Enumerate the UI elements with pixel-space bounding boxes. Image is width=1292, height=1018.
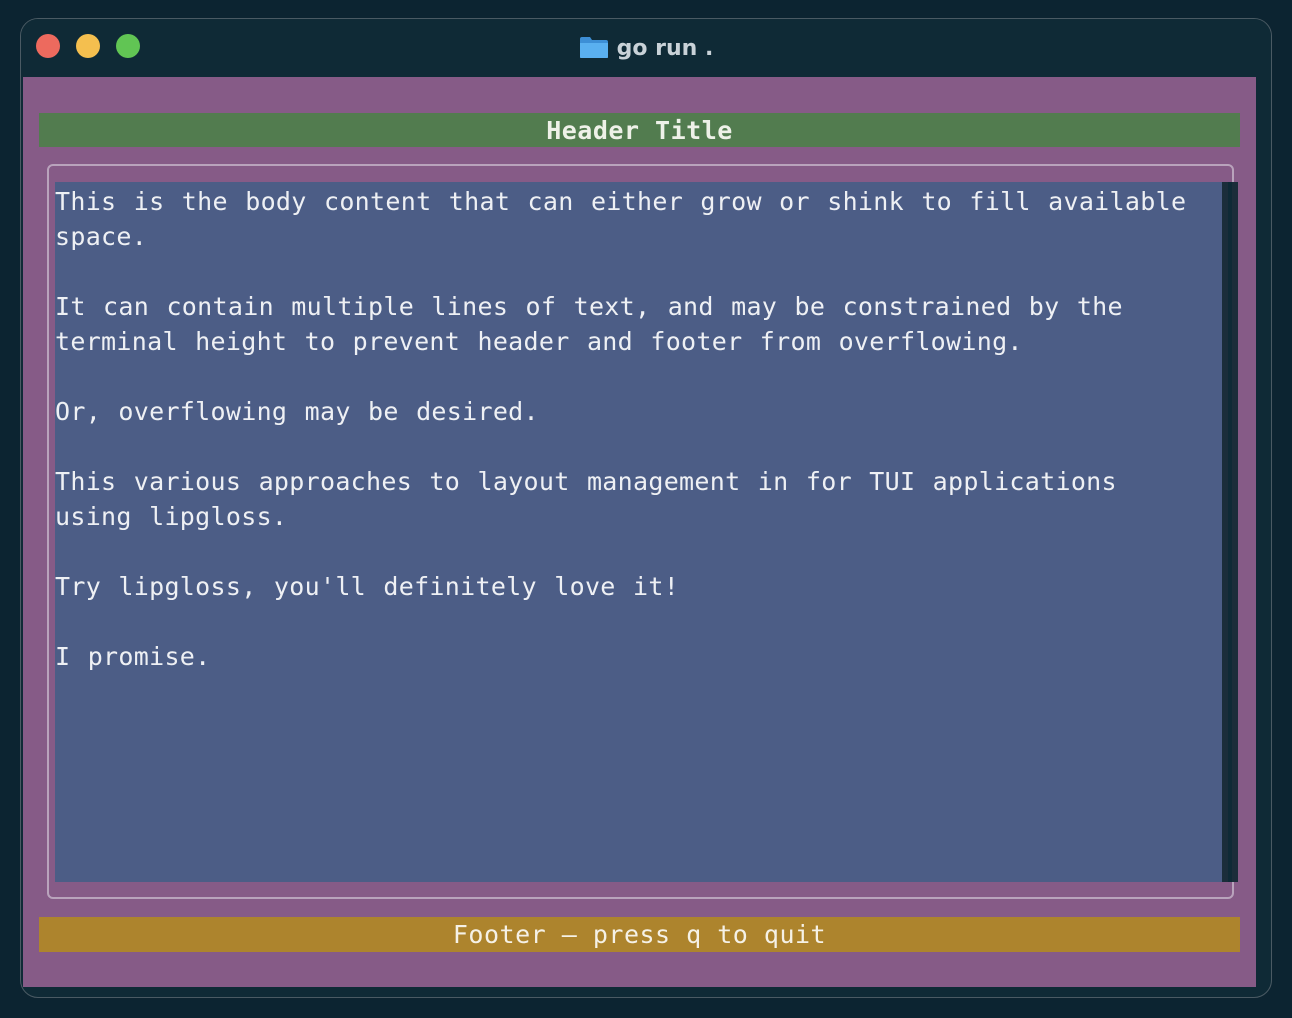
- window-title: go run .: [616, 35, 714, 61]
- folder-icon: [579, 35, 609, 59]
- title-bar[interactable]: go run .: [21, 19, 1271, 77]
- header-bar: Header Title: [39, 113, 1240, 147]
- body-viewport[interactable]: This is the body content that can either…: [55, 182, 1222, 882]
- body-paragraph: I promise.: [55, 642, 211, 671]
- footer-bar: Footer — press q to quit: [39, 917, 1240, 952]
- scrollbar-thumb[interactable]: [1222, 182, 1238, 882]
- body-paragraph: This is the body content that can either…: [55, 187, 1187, 251]
- scrollbar-track-line: [1228, 182, 1232, 882]
- body-paragraph: It can contain multiple lines of text, a…: [55, 292, 1123, 356]
- body-paragraph: This various approaches to layout manage…: [55, 467, 1117, 531]
- scrollbar[interactable]: [1222, 182, 1238, 882]
- terminal-area[interactable]: Header Title This is the body content th…: [23, 77, 1256, 987]
- window-title-group: go run .: [21, 19, 1271, 77]
- body-paragraph: Try lipgloss, you'll definitely love it!: [55, 572, 680, 601]
- footer-text: Footer — press q to quit: [452, 920, 827, 949]
- body-paragraph: Or, overflowing may be desired.: [55, 397, 539, 426]
- terminal-window: go run . Header Title This is the body c…: [20, 18, 1272, 998]
- header-title: Header Title: [546, 115, 733, 145]
